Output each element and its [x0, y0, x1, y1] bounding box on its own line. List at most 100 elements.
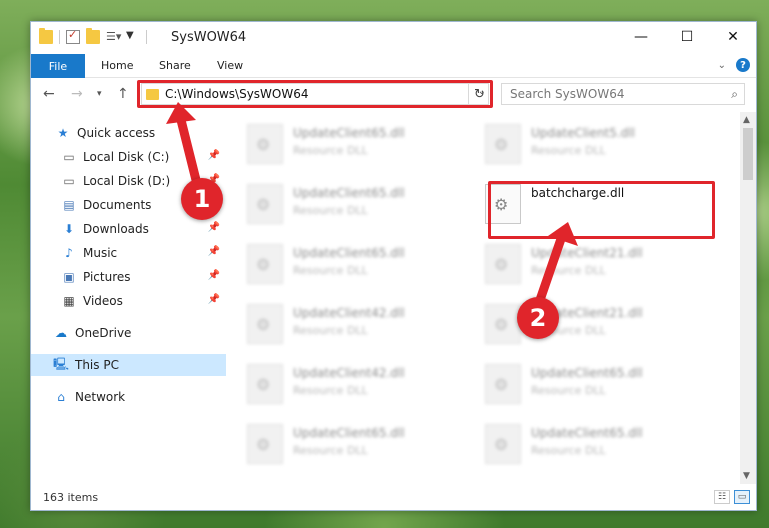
maximize-icon[interactable]: ☐	[664, 22, 710, 52]
tab-home[interactable]: Home	[101, 59, 133, 72]
file-name: UpdateClient65.dll	[293, 186, 405, 200]
recent-locations-icon[interactable]: ▾	[97, 89, 102, 99]
file-item[interactable]: UpdateClient65.dll Resource DLL	[227, 420, 447, 470]
nav-item-quick-access[interactable]: ★ Quick access	[31, 122, 226, 144]
file-highlight-box	[488, 181, 715, 239]
file-list: UpdateClient65.dll Resource DLL UpdateCli…	[227, 112, 742, 484]
file-name: UpdateClient21.dll	[531, 246, 643, 260]
tab-file[interactable]: File	[31, 54, 85, 78]
close-icon[interactable]: ✕	[710, 22, 756, 52]
file-name: UpdateClient42.dll	[293, 306, 405, 320]
file-type: Resource DLL	[531, 144, 606, 157]
window-title: SysWOW64	[171, 30, 247, 45]
tab-share[interactable]: Share	[159, 59, 191, 72]
properties-icon[interactable]	[66, 28, 80, 44]
file-name: UpdateClient65.dll	[531, 366, 643, 380]
address-highlight-box	[137, 80, 493, 108]
file-item[interactable]: UpdateClient5.dll Resource DLL	[465, 120, 685, 170]
documents-icon: ▤	[63, 198, 75, 212]
file-name: UpdateClient65.dll	[293, 246, 405, 260]
pin-icon: 📌	[207, 270, 220, 281]
dll-file-icon	[485, 364, 521, 404]
music-icon: ♪	[65, 246, 73, 260]
file-name: UpdateClient42.dll	[293, 366, 405, 380]
chevron-down-icon[interactable]: ▼	[126, 30, 140, 44]
tab-view[interactable]: View	[217, 59, 243, 72]
help-icon[interactable]: ?	[736, 58, 750, 72]
nav-item-label: Pictures	[83, 270, 131, 284]
nav-item-label: Videos	[83, 294, 123, 308]
forward-arrow-icon[interactable]: →	[71, 86, 83, 102]
file-item[interactable]: UpdateClient42.dll Resource DLL	[227, 360, 447, 410]
file-item[interactable]: UpdateClient21.dllResource DLL	[465, 300, 685, 350]
large-icons-view-icon[interactable]: ▭	[734, 490, 750, 504]
search-input[interactable]: Search SysWOW64 ⌕	[501, 83, 745, 105]
file-item[interactable]: UpdateClient42.dll Resource DLL	[227, 300, 447, 350]
file-name: UpdateClient65.dll	[293, 426, 405, 440]
nav-item-local-disk-c[interactable]: ▭ Local Disk (C:) 📌	[31, 146, 226, 168]
network-icon: ⌂	[57, 390, 65, 404]
file-name: UpdateClient65.dll	[293, 126, 405, 140]
file-explorer-window: ☰▾ ▼ SysWOW64 — ☐ ✕ File Home Share View…	[30, 21, 757, 511]
file-type: Resource DLL	[293, 144, 368, 157]
file-type: Resource DLL	[293, 444, 368, 457]
drive-icon: ▭	[63, 150, 75, 164]
file-item[interactable]: UpdateClient65.dll Resource DLL	[227, 180, 447, 230]
nav-item-pictures[interactable]: ▣ Pictures 📌	[31, 266, 226, 288]
nav-item-this-pc[interactable]: 🖳 This PC	[31, 354, 226, 376]
nav-item-label: OneDrive	[75, 326, 132, 340]
new-folder-icon[interactable]	[86, 28, 100, 44]
divider	[146, 30, 147, 44]
item-count: 163 items	[43, 491, 99, 504]
download-icon: ⬇	[63, 222, 75, 236]
nav-item-label: Local Disk (C:)	[83, 150, 170, 164]
file-type: Resource DLL	[293, 384, 368, 397]
file-type: Resource DLL	[293, 264, 368, 277]
file-type: Resource DLL	[293, 204, 368, 217]
pin-icon: 📌	[207, 246, 220, 257]
dll-file-icon	[247, 304, 283, 344]
back-arrow-icon[interactable]: ←	[43, 86, 55, 102]
dll-file-icon	[247, 424, 283, 464]
expand-ribbon-icon[interactable]: ⌄	[718, 60, 726, 71]
file-item[interactable]: UpdateClient65.dll Resource DLL	[465, 360, 685, 410]
scroll-down-icon[interactable]: ▼	[743, 471, 750, 481]
nav-item-label: This PC	[75, 358, 119, 372]
star-icon: ★	[57, 126, 69, 140]
file-name: UpdateClient65.dll	[531, 426, 643, 440]
file-item[interactable]: UpdateClient65.dll Resource DLL	[227, 120, 447, 170]
title-bar: ☰▾ ▼ SysWOW64 — ☐ ✕	[31, 22, 756, 54]
computer-icon: 🖳	[53, 356, 70, 371]
nav-item-onedrive[interactable]: ☁ OneDrive	[31, 322, 226, 344]
dll-file-icon	[247, 244, 283, 284]
nav-item-videos[interactable]: ▦ Videos 📌	[31, 290, 226, 312]
customize-toolbar-icon[interactable]: ☰▾	[106, 30, 121, 44]
up-arrow-icon[interactable]: ↑	[117, 86, 129, 102]
dll-file-icon	[485, 124, 521, 164]
navigation-pane: ★ Quick access ▭ Local Disk (C:) 📌 ▭ Loc…	[31, 112, 226, 484]
divider	[59, 30, 60, 44]
nav-item-downloads[interactable]: ⬇ Downloads 📌	[31, 218, 226, 240]
details-view-icon[interactable]: ☷	[714, 490, 730, 504]
nav-item-label: Music	[83, 246, 118, 260]
dll-file-icon	[485, 304, 521, 344]
dll-file-icon	[247, 124, 283, 164]
callout-two: 2	[517, 297, 559, 339]
search-icon[interactable]: ⌕	[731, 87, 738, 102]
nav-item-network[interactable]: ⌂ Network	[31, 386, 226, 408]
file-item[interactable]: UpdateClient65.dll Resource DLL	[465, 420, 685, 470]
file-item[interactable]: UpdateClient21.dllResource DLL	[465, 240, 685, 290]
scroll-up-icon[interactable]: ▲	[743, 115, 750, 125]
window-controls: — ☐ ✕	[618, 22, 756, 52]
nav-item-label: Downloads	[83, 222, 149, 236]
callout-one: 1	[181, 178, 223, 220]
nav-item-music[interactable]: ♪ Music 📌	[31, 242, 226, 264]
scrollbar-thumb[interactable]	[743, 128, 753, 180]
pin-icon: 📌	[207, 222, 220, 233]
dll-file-icon	[485, 244, 521, 284]
vertical-scrollbar[interactable]: ▲ ▼	[740, 112, 756, 484]
ribbon-controls: ⌄ ?	[718, 58, 750, 72]
file-item[interactable]: UpdateClient65.dll Resource DLL	[227, 240, 447, 290]
minimize-icon[interactable]: —	[618, 22, 664, 52]
dll-file-icon	[247, 184, 283, 224]
